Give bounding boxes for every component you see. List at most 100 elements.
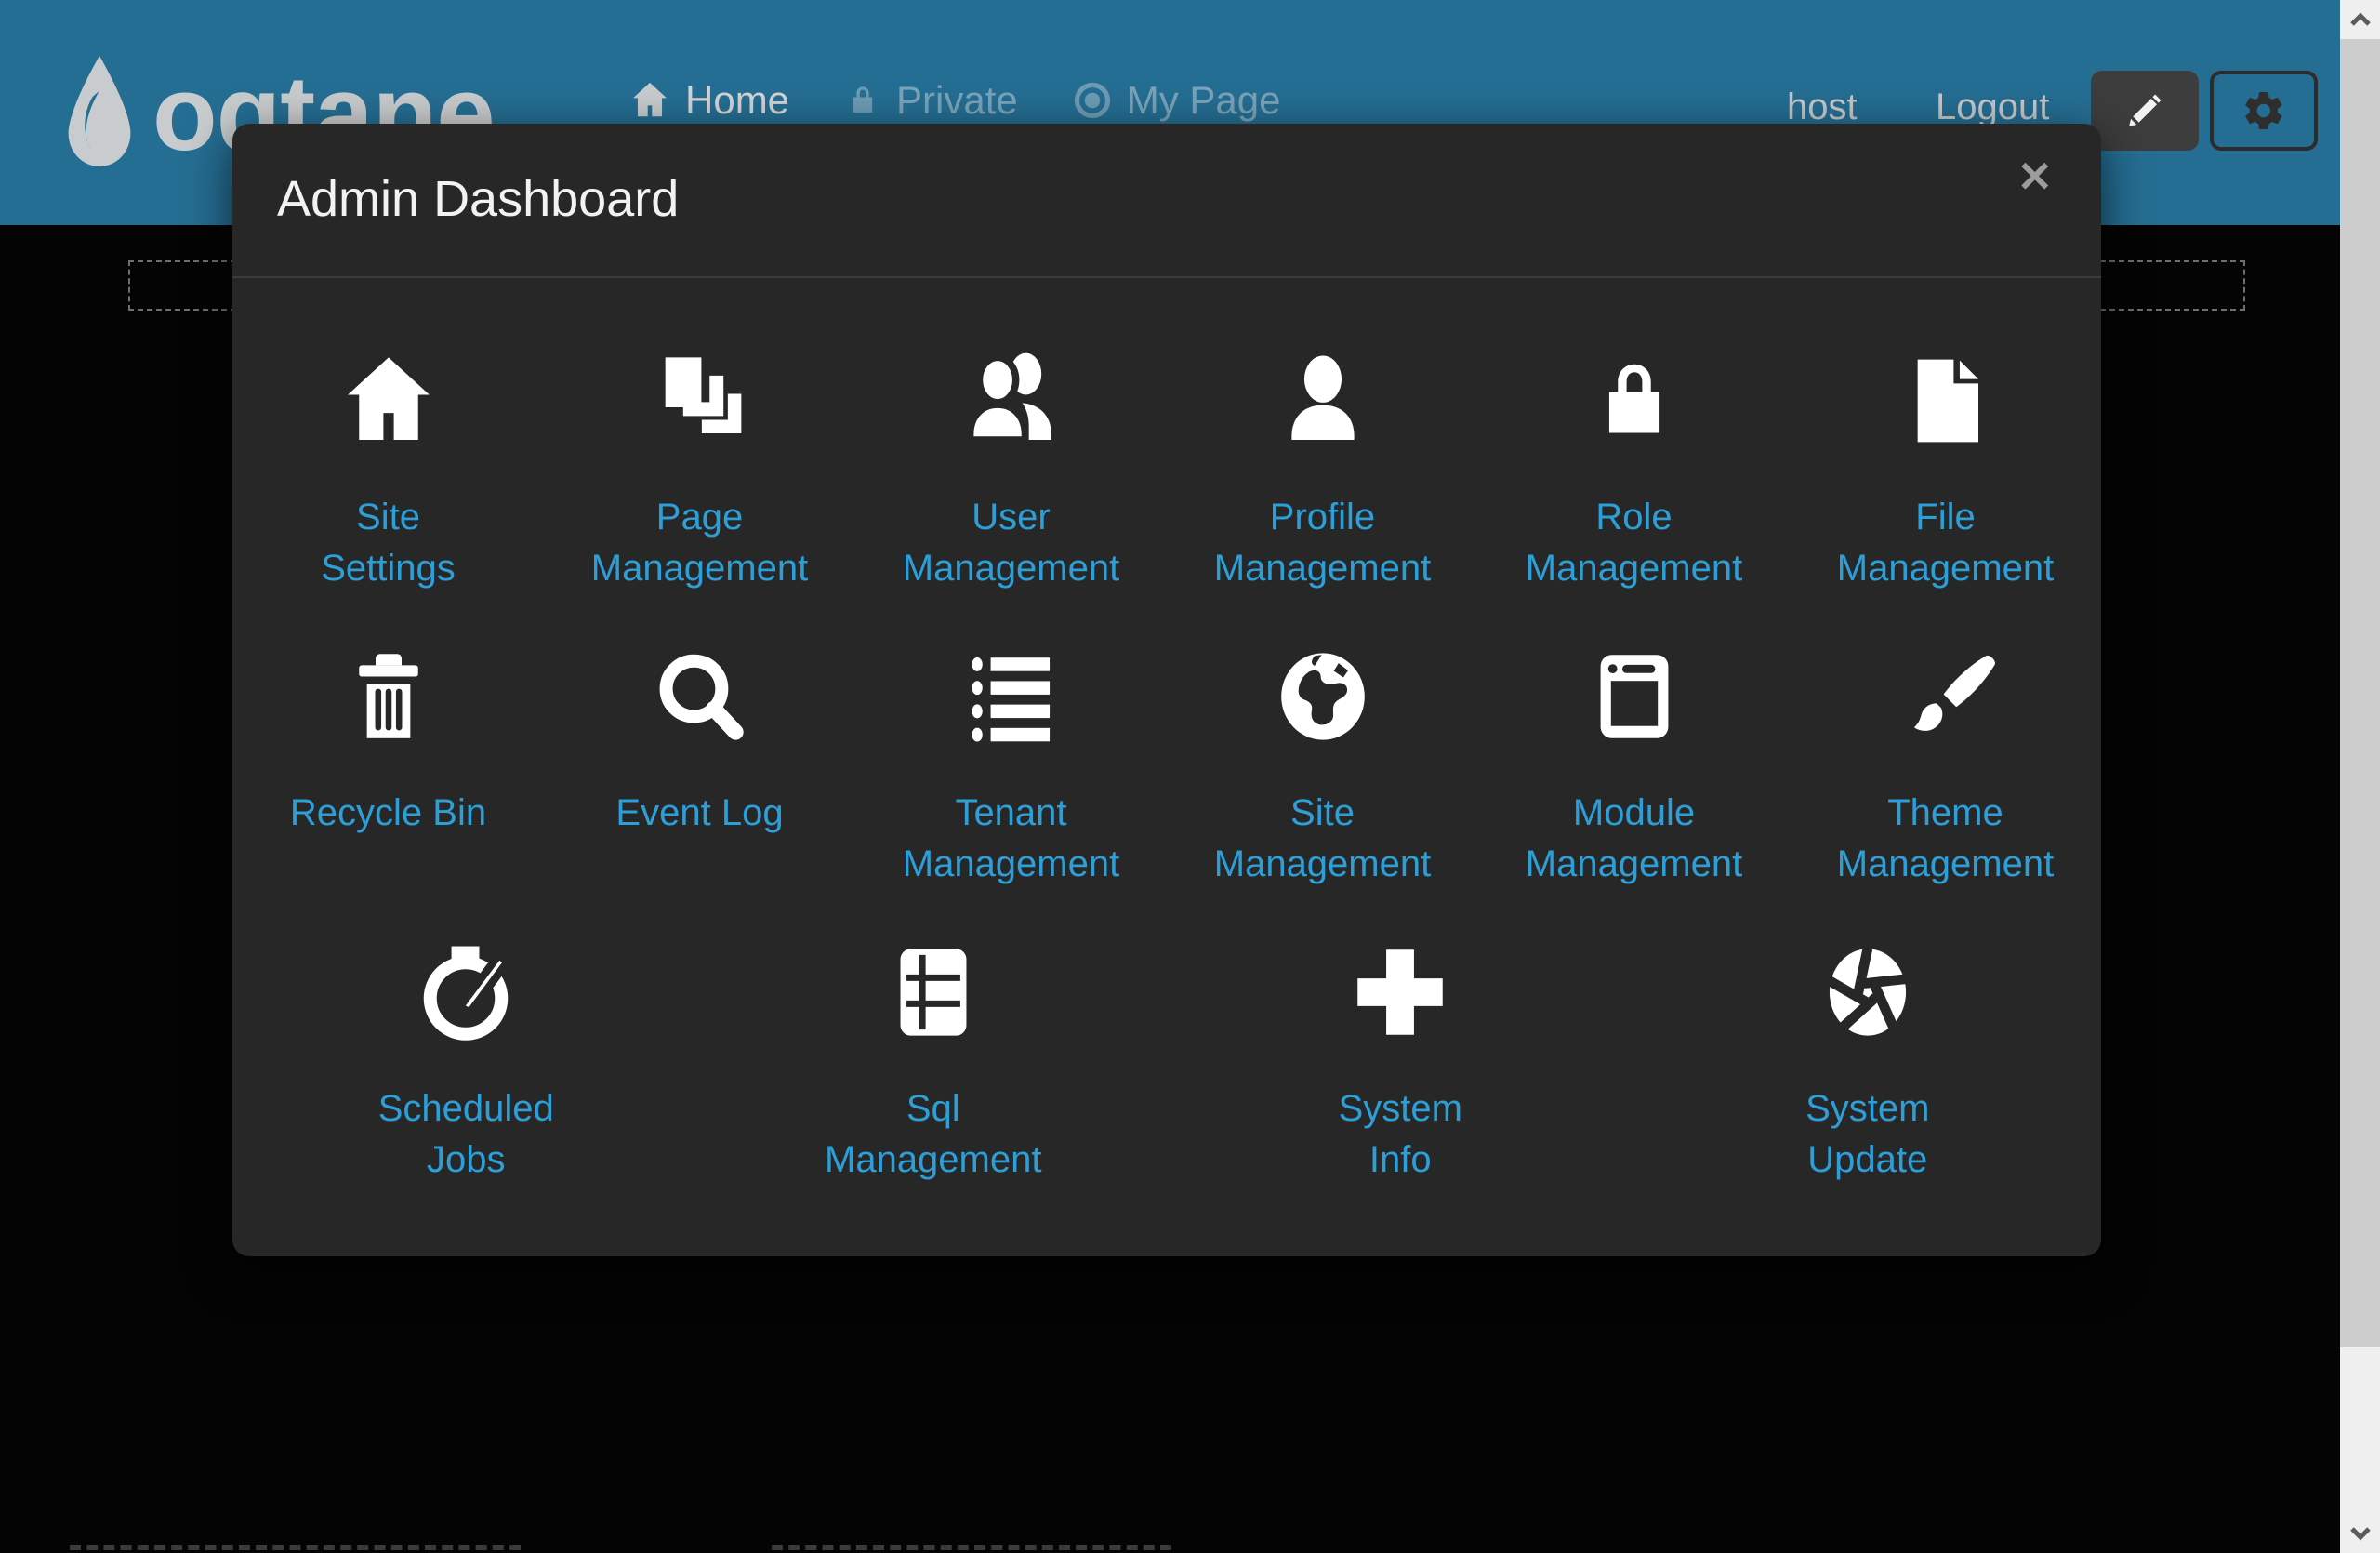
- tile-label-line: Management: [825, 1135, 1041, 1186]
- tile-label: Event Log: [615, 788, 783, 839]
- admin-tile-scheduled-jobs[interactable]: ScheduledJobs: [232, 940, 700, 1186]
- chevron-up-icon: [2349, 11, 2372, 28]
- tile-label-line: System: [1339, 1083, 1462, 1135]
- admin-tile-theme-management[interactable]: ThemeManagement: [1790, 644, 2101, 890]
- tile-label-line: Management: [1526, 839, 1742, 890]
- nav-item-private[interactable]: Private: [843, 78, 1018, 123]
- tile-label: ScheduledJobs: [378, 1083, 554, 1186]
- username-menu[interactable]: host: [1787, 86, 1858, 128]
- spreadsheet-icon: [881, 940, 985, 1044]
- close-icon[interactable]: ✕: [2016, 155, 2053, 198]
- nav-item-home[interactable]: Home: [628, 78, 789, 123]
- tile-label: FileManagement: [1837, 492, 2054, 594]
- page: oqtane Home Private My Page host Logout: [0, 0, 2380, 1553]
- scroll-down-button[interactable]: [2340, 1514, 2380, 1553]
- droplet-logo-icon: [60, 54, 139, 190]
- record-icon: [1072, 80, 1113, 121]
- admin-tile-row: Recycle Bin Event Log TenantManagement S…: [232, 644, 2101, 890]
- tile-label: PageManagement: [591, 492, 808, 594]
- tile-label: SystemUpdate: [1805, 1083, 1929, 1186]
- tile-label-line: Management: [1214, 839, 1431, 890]
- settings-button[interactable]: [2210, 71, 2318, 151]
- modal-title: Admin Dashboard: [277, 170, 679, 228]
- tile-label: SqlManagement: [825, 1083, 1041, 1186]
- tile-label-line: Management: [591, 543, 808, 594]
- tile-label-line: Scheduled: [378, 1083, 554, 1135]
- tile-label: TenantManagement: [903, 788, 1119, 890]
- admin-tile-role-management[interactable]: RoleManagement: [1478, 349, 1790, 594]
- nav-label: Private: [896, 78, 1018, 123]
- tile-label: ProfileManagement: [1214, 492, 1431, 594]
- tile-label-line: Site: [1214, 788, 1431, 839]
- clipped-footer-fragment: [70, 1545, 521, 1550]
- admin-tile-system-info[interactable]: SystemInfo: [1167, 940, 1634, 1186]
- nav-label: My Page: [1127, 78, 1281, 123]
- admin-tile-page-management[interactable]: PageManagement: [544, 349, 855, 594]
- home-icon: [628, 79, 671, 122]
- tile-label: SystemInfo: [1339, 1083, 1462, 1186]
- tile-label: Recycle Bin: [290, 788, 486, 839]
- tile-label-line: Event Log: [615, 788, 783, 839]
- tile-label: RoleManagement: [1526, 492, 1742, 594]
- chevron-down-icon: [2349, 1525, 2372, 1542]
- admin-tile-event-log[interactable]: Event Log: [544, 644, 855, 890]
- list-icon: [959, 644, 1064, 749]
- tile-label-line: Management: [1837, 543, 2054, 594]
- logout-link[interactable]: Logout: [1936, 86, 2049, 128]
- timer-icon: [414, 940, 518, 1044]
- admin-tile-recycle-bin[interactable]: Recycle Bin: [232, 644, 544, 890]
- admin-tile-user-management[interactable]: UserManagement: [855, 349, 1167, 594]
- tile-label-line: Module: [1526, 788, 1742, 839]
- scroll-up-button[interactable]: [2340, 0, 2380, 39]
- browser-icon: [1582, 644, 1686, 749]
- tile-label-line: Management: [1214, 543, 1431, 594]
- tile-label: SiteManagement: [1214, 788, 1431, 890]
- admin-tile-site-management[interactable]: SiteManagement: [1167, 644, 1478, 890]
- nav-label: Home: [685, 78, 789, 123]
- tile-label: ThemeManagement: [1837, 788, 2054, 890]
- admin-tile-site-settings[interactable]: SiteSettings: [232, 349, 544, 594]
- tile-label-line: Recycle Bin: [290, 788, 486, 839]
- admin-tile-sql-management[interactable]: SqlManagement: [700, 940, 1168, 1186]
- tile-label: ModuleManagement: [1526, 788, 1742, 890]
- tile-label-line: Tenant: [903, 788, 1119, 839]
- admin-tile-module-management[interactable]: ModuleManagement: [1478, 644, 1790, 890]
- tile-label-line: User: [903, 492, 1119, 543]
- tile-label: SiteSettings: [321, 492, 456, 594]
- lock-icon: [843, 81, 882, 120]
- tile-label-line: Info: [1339, 1135, 1462, 1186]
- magnifying-glass-icon: [648, 644, 752, 749]
- trash-icon: [337, 644, 441, 749]
- tile-label-line: Role: [1526, 492, 1742, 543]
- main-nav: Home Private My Page: [628, 78, 1281, 123]
- people-icon: [959, 349, 1064, 453]
- admin-tile-row: ScheduledJobs SqlManagement SystemInfo S…: [232, 940, 2101, 1186]
- tile-label-line: Site: [321, 492, 456, 543]
- tile-label-line: Page: [591, 492, 808, 543]
- admin-tile-profile-management[interactable]: ProfileManagement: [1167, 349, 1478, 594]
- clipped-footer-fragment: [772, 1545, 1171, 1550]
- tile-label-line: Management: [903, 839, 1119, 890]
- tile-label-line: Management: [903, 543, 1119, 594]
- admin-tile-system-update[interactable]: SystemUpdate: [1634, 940, 2102, 1186]
- tile-label-line: Profile: [1214, 492, 1431, 543]
- nav-item-my-page[interactable]: My Page: [1072, 78, 1281, 123]
- tile-label-line: Settings: [321, 543, 456, 594]
- scrollbar-thumb[interactable]: [2340, 39, 2380, 1347]
- edit-mode-button[interactable]: [2091, 71, 2199, 151]
- tile-label-line: Management: [1837, 839, 2054, 890]
- globe-icon: [1271, 644, 1375, 749]
- tile-label-line: Jobs: [378, 1135, 554, 1186]
- brush-icon: [1894, 644, 1998, 749]
- admin-tile-file-management[interactable]: FileManagement: [1790, 349, 2101, 594]
- pencil-icon: [2123, 89, 2166, 132]
- layers-icon: [648, 349, 752, 453]
- gear-icon: [2241, 88, 2286, 133]
- lock-icon: [1582, 349, 1686, 453]
- admin-dashboard-modal: Admin Dashboard ✕ SiteSettings PageManag…: [232, 124, 2101, 1256]
- admin-tile-tenant-management[interactable]: TenantManagement: [855, 644, 1167, 890]
- aperture-icon: [1816, 940, 1920, 1044]
- admin-tile-grid: SiteSettings PageManagement UserManageme…: [232, 278, 2101, 1186]
- tile-label-line: Management: [1526, 543, 1742, 594]
- vertical-scrollbar: [2340, 0, 2380, 1553]
